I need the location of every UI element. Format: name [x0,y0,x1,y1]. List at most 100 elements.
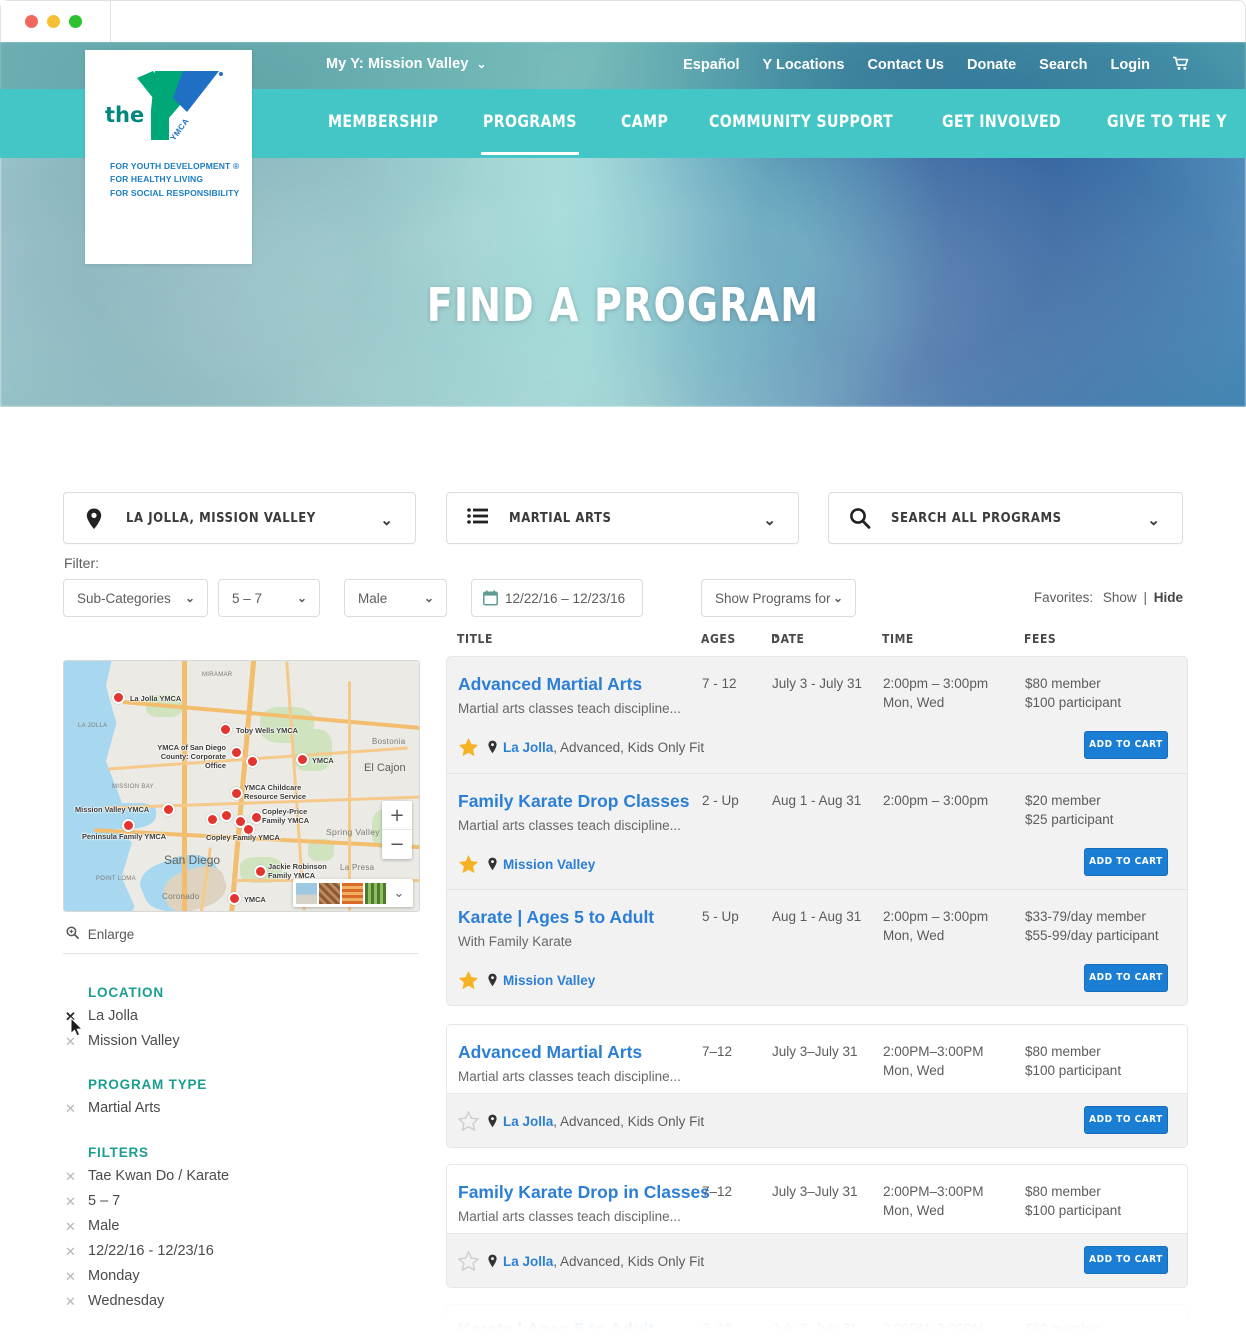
map-pin-icon [84,507,108,531]
remove-filter-icon[interactable]: ✕ [65,1189,76,1214]
program-location-link[interactable]: La Jolla [503,740,553,755]
map-zoom-controls[interactable]: + − [382,801,412,859]
sidebar-item-martial-arts[interactable]: ✕ Martial Arts [65,1096,207,1121]
map-thumb-terrain[interactable] [319,882,340,904]
add-to-cart-button[interactable]: ADD TO CART [1084,964,1168,992]
star-outline-icon[interactable] [457,1250,480,1272]
map-pin[interactable] [246,755,259,768]
program-title[interactable]: Karate | Ages 5 to Adult [458,907,654,928]
location-select[interactable]: LA JOLLA, MISSION VALLEY ⌄ [63,492,416,544]
my-y-selector[interactable]: My Y: Mission Valley ⌄ [326,56,487,72]
favorites-show-link[interactable]: Show [1103,590,1137,605]
star-outline-icon[interactable] [457,1110,480,1132]
age-range-filter[interactable]: 5 – 7 ⌄ [218,579,320,617]
map-pin[interactable] [122,819,135,832]
add-to-cart-button[interactable]: ADD TO CART [1084,848,1168,876]
sidebar-item-date-range[interactable]: ✕ 12/22/16 - 12/23/16 [65,1239,229,1264]
gender-filter[interactable]: Male ⌄ [344,579,447,617]
map-pin[interactable] [206,813,219,826]
utility-link-search[interactable]: Search [1039,57,1087,73]
nav-item-give-to-the-y[interactable]: GIVE TO THE Y [1107,112,1227,135]
sidebar-item-monday[interactable]: ✕ Monday [65,1264,229,1289]
locations-map[interactable]: LA JOLLA MIRAMAR MISSION BAY POINT LOMA … [63,660,420,912]
program-result-card[interactable]: Family Karate Drop in Classes Martial ar… [446,1164,1188,1288]
map-pin[interactable] [230,787,243,800]
favorites-hide-link[interactable]: Hide [1154,590,1183,605]
close-window-button[interactable] [25,15,38,28]
utility-link-donate[interactable]: Donate [967,57,1016,73]
add-to-cart-button[interactable]: ADD TO CART [1084,731,1168,759]
remove-filter-icon[interactable]: ✕ [65,1289,76,1314]
program-location-link[interactable]: La Jolla [503,1114,553,1129]
age-range-filter-value: 5 – 7 [232,591,263,606]
program-result-card-partial[interactable]: Karate | Ages 5 to Adult 7–12 July 3–Jul… [446,1304,1188,1336]
minimize-window-button[interactable] [47,15,60,28]
map-zoom-out-button[interactable]: − [382,830,412,859]
program-fee-member: $20 member [1025,793,1101,808]
remove-filter-icon[interactable]: ✕ [65,1096,76,1121]
utility-link-espanol[interactable]: Español [683,57,739,73]
nav-item-community-support[interactable]: COMMUNITY SUPPORT [709,112,893,135]
ymca-logo[interactable]: the YMCA FOR YOUTH DEVELOPMENT ® FOR HEA… [85,50,252,264]
map-pin[interactable] [254,865,267,878]
shopping-cart-icon[interactable] [1172,56,1189,74]
map-pin[interactable] [219,723,232,736]
table-row[interactable]: Advanced Martial Arts Martial arts class… [447,657,1187,773]
remove-filter-icon[interactable]: ✕ [65,1264,76,1289]
map-enlarge-link[interactable]: Enlarge [66,926,134,942]
sidebar-item-male[interactable]: ✕ Male [65,1214,229,1239]
map-pin[interactable] [112,691,125,704]
map-pin[interactable] [220,809,233,822]
sidebar-item-mission-valley[interactable]: ✕ Mission Valley [65,1029,180,1054]
add-to-cart-button[interactable]: ADD TO CART [1084,1106,1168,1134]
map-thumb-satellite[interactable] [296,882,317,904]
category-select[interactable]: MARTIAL ARTS ⌄ [446,492,799,544]
remove-filter-icon[interactable]: ✕ [65,1239,76,1264]
star-filled-icon[interactable] [458,854,479,874]
nav-item-camp[interactable]: CAMP [621,112,668,135]
sidebar-item-la-jolla[interactable]: ✕ La Jolla [65,1004,180,1029]
search-all-programs-select[interactable]: SEARCH ALL PROGRAMS ⌄ [828,492,1183,544]
program-location-link[interactable]: Mission Valley [503,857,595,872]
sub-categories-filter[interactable]: Sub-Categories ⌄ [63,579,208,617]
nav-item-get-involved[interactable]: GET INVOLVED [942,112,1061,135]
map-thumb-traffic[interactable] [342,882,363,904]
star-filled-icon[interactable] [458,970,479,990]
map-thumb-streetview[interactable] [365,882,386,904]
sidebar-item-tae-kwan-do-karate[interactable]: ✕ Tae Kwan Do / Karate [65,1164,229,1189]
program-title[interactable]: Advanced Martial Arts [458,1042,642,1063]
maximize-window-button[interactable] [69,15,82,28]
program-location-link[interactable]: Mission Valley [503,973,595,988]
program-title[interactable]: Advanced Martial Arts [458,674,642,695]
star-filled-icon[interactable] [458,737,479,757]
sidebar-item-wednesday[interactable]: ✕ Wednesday [65,1289,229,1314]
page-body: FIND A PROGRAM My Y: Mission Valley ⌄ Esp… [0,42,1246,1336]
program-result-card[interactable]: Advanced Martial Arts Martial arts class… [446,1024,1188,1148]
sidebar-item-age-5-7[interactable]: ✕ 5 – 7 [65,1189,229,1214]
program-title[interactable]: Karate | Ages 5 to Adult [458,1319,654,1336]
window-controls[interactable] [25,15,82,28]
utility-link-login[interactable]: Login [1111,57,1150,73]
map-pin[interactable] [296,753,309,766]
remove-filter-icon[interactable]: ✕ [65,1164,76,1189]
program-title[interactable]: Family Karate Drop in Classes [458,1182,710,1203]
chevron-double-down-icon[interactable]: ⌄ [388,885,410,901]
show-programs-for-filter-value: Show Programs for [715,591,831,606]
utility-link-contact-us[interactable]: Contact Us [867,57,944,73]
remove-filter-icon[interactable]: ✕ [65,1214,76,1239]
date-range-filter[interactable]: 12/22/16 – 12/23/16 [471,579,643,617]
program-title[interactable]: Family Karate Drop Classes [458,791,690,812]
add-to-cart-button[interactable]: ADD TO CART [1084,1246,1168,1274]
program-location-link[interactable]: La Jolla [503,1254,553,1269]
map-pin[interactable] [228,892,241,905]
table-row[interactable]: Family Karate Drop Classes Martial arts … [447,773,1187,889]
utility-link-y-locations[interactable]: Y Locations [763,57,845,73]
show-programs-for-filter[interactable]: Show Programs for ⌄ [701,579,856,617]
nav-item-programs[interactable]: PROGRAMS [481,112,579,155]
map-pin[interactable] [230,746,243,759]
map-zoom-in-button[interactable]: + [382,801,412,830]
map-pin[interactable] [162,803,175,816]
table-row[interactable]: Karate | Ages 5 to Adult With Family Kar… [447,889,1187,1005]
map-layer-thumbnails[interactable]: ⌄ [293,879,413,907]
nav-item-membership[interactable]: MEMBERSHIP [328,112,438,135]
